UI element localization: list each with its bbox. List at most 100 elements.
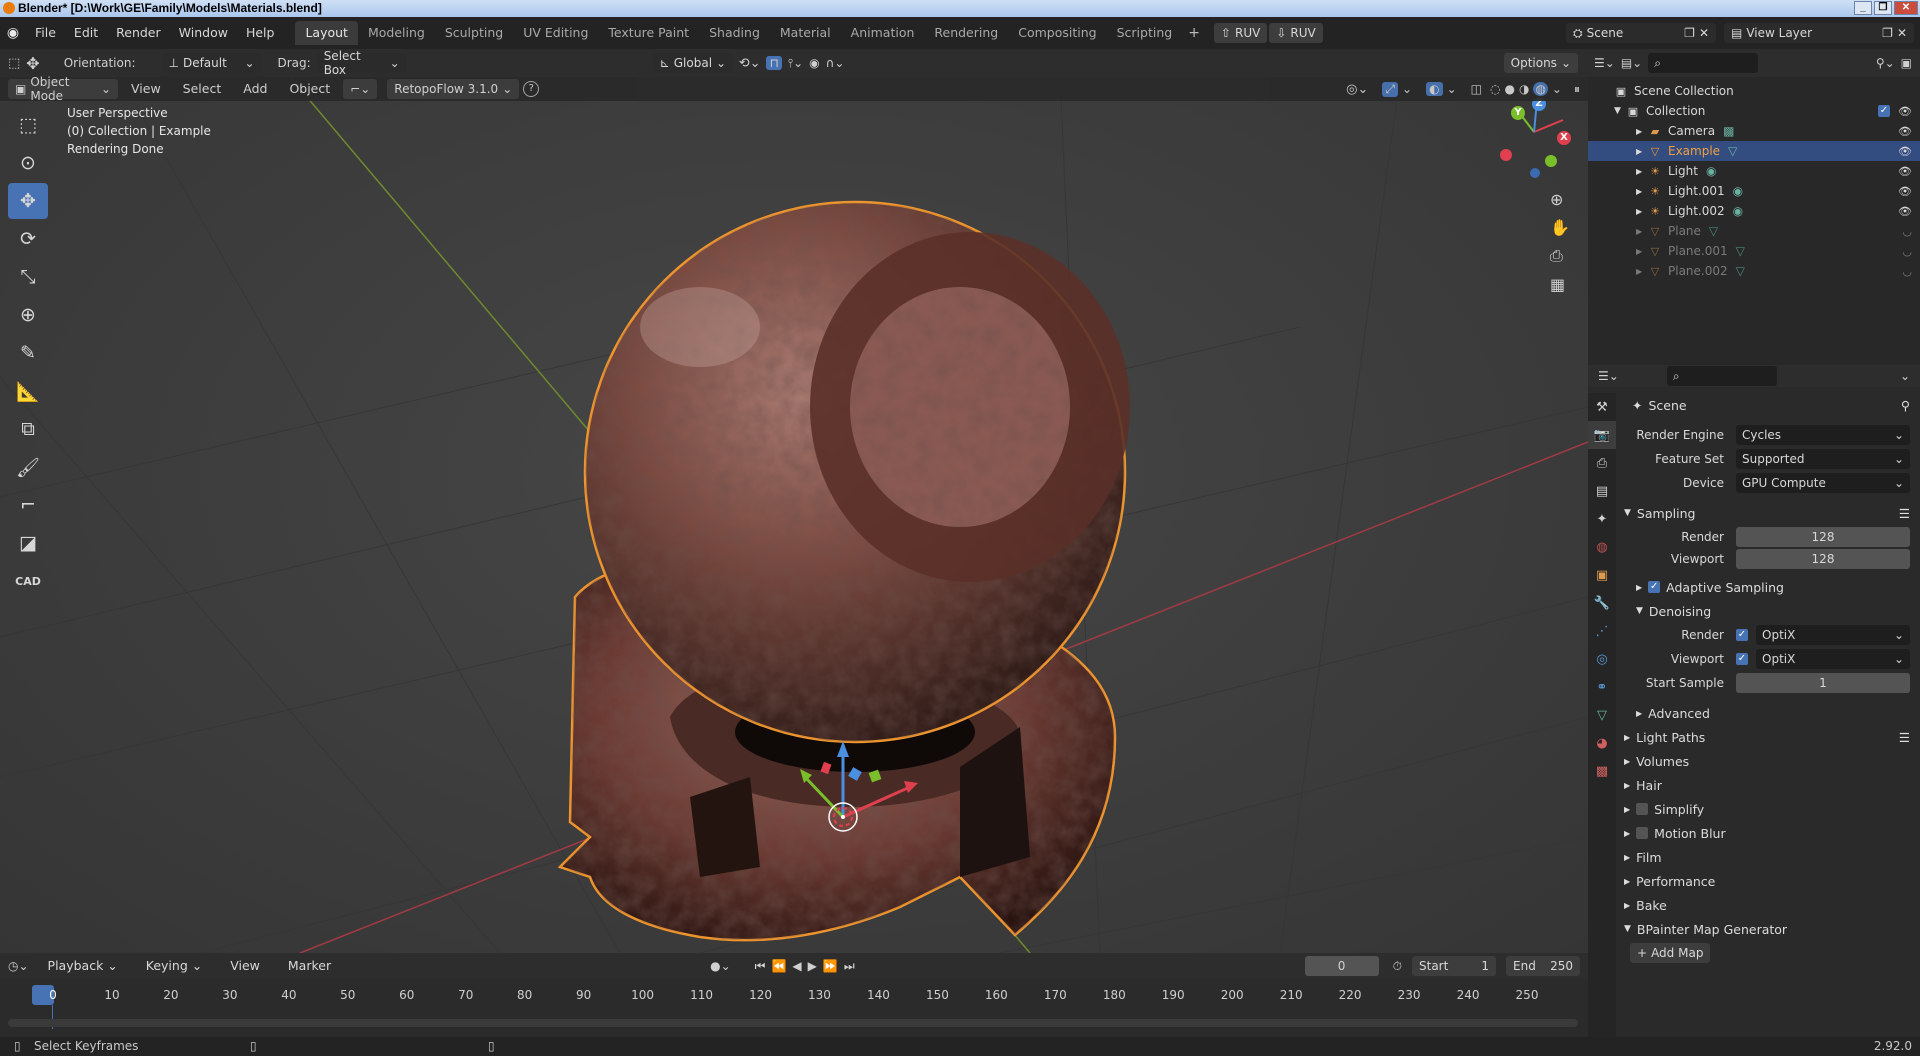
outliner-item-plane-002[interactable]: ▶ ▽ Plane.002 ▽ ◡: [1588, 261, 1920, 281]
pause-render-icon[interactable]: ⏸: [1574, 82, 1580, 97]
copy-icon[interactable]: ❐: [1684, 26, 1695, 40]
menu-window[interactable]: Window: [170, 21, 237, 45]
pan-hand-icon[interactable]: ✋: [1550, 218, 1570, 237]
expand-arrow-icon[interactable]: ▶: [1636, 247, 1648, 256]
list-icon[interactable]: ☰: [1899, 506, 1910, 521]
end-frame-field[interactable]: End 250: [1506, 956, 1580, 976]
tab-uv-editing[interactable]: UV Editing: [513, 21, 598, 45]
expand-arrow-icon[interactable]: ▶: [1636, 127, 1648, 136]
volumes-panel[interactable]: ▶ Volumes: [1624, 749, 1920, 773]
cursor-icon[interactable]: ⊙: [8, 145, 48, 181]
expand-arrow-icon[interactable]: ▶: [1636, 167, 1648, 176]
bpainter-panel[interactable]: ▼ BPainter Map Generator: [1624, 917, 1920, 941]
menu-render[interactable]: Render: [107, 21, 170, 45]
editor-type-icon[interactable]: ☰⌄: [1594, 56, 1615, 70]
tool-tab-icon[interactable]: ⚒: [1588, 393, 1616, 421]
expand-arrow-icon[interactable]: ▶: [1636, 267, 1648, 276]
scale-icon[interactable]: ⤡: [8, 259, 48, 295]
y-axis-label[interactable]: Y: [1511, 106, 1525, 120]
ruv-button-2[interactable]: ⇩ RUV: [1269, 23, 1323, 43]
tab-layout[interactable]: Layout: [295, 21, 358, 45]
jump-start-icon[interactable]: ⏮: [755, 959, 766, 974]
paint-brush-icon[interactable]: 🖌: [8, 449, 48, 485]
camera-view-icon[interactable]: ⎙: [1550, 246, 1570, 266]
outliner-item-example[interactable]: ▶ ▽ Example ▽ 👁: [1588, 141, 1920, 161]
pivot-icon[interactable]: ⟲⌄: [739, 56, 761, 71]
expand-arrow-icon[interactable]: ▼: [1614, 106, 1626, 116]
keying-menu[interactable]: Keying ⌄: [137, 954, 211, 978]
scene-tab-icon[interactable]: ✦: [1588, 505, 1616, 533]
simplify-panel[interactable]: ▶ Simplify: [1624, 797, 1920, 821]
x-axis-label[interactable]: X: [1557, 131, 1571, 145]
view-layer-tab-icon[interactable]: ▤: [1588, 477, 1616, 505]
bake-panel[interactable]: ▶ Bake: [1624, 893, 1920, 917]
modifier-tab-icon[interactable]: 🔧: [1588, 589, 1616, 617]
orientation-dropdown[interactable]: ⊥ Default ⌄: [161, 53, 262, 73]
frame-ruler[interactable]: 10 20 30 40 50 60 70 80 90 100 110 120 130 140 150 160 1…: [0, 985, 1588, 1005]
menu-help[interactable]: Help: [237, 21, 284, 45]
advanced-panel[interactable]: ▶ Advanced: [1624, 701, 1920, 725]
falloff-icon[interactable]: ∩⌄: [826, 56, 845, 70]
menu-select[interactable]: Select: [174, 79, 231, 99]
menu-edit[interactable]: Edit: [65, 21, 107, 45]
render-tab-icon[interactable]: 📷: [1588, 421, 1616, 449]
viewport-samples-field[interactable]: 128: [1736, 549, 1910, 569]
adaptive-sampling-checkbox[interactable]: ✓: [1648, 581, 1661, 593]
timeline-scrollbar[interactable]: [8, 1019, 1578, 1027]
play-reverse-icon[interactable]: ◀: [792, 959, 801, 974]
expand-arrow-icon[interactable]: ▶: [1636, 227, 1648, 236]
texture-tab-icon[interactable]: ▩: [1588, 757, 1616, 785]
outliner-scene-collection[interactable]: ▣ Scene Collection: [1588, 81, 1920, 101]
bevel-curve-icon[interactable]: ⌐: [8, 487, 48, 523]
denoise-render-checkbox[interactable]: ✓: [1736, 629, 1748, 641]
view-layer-selector[interactable]: ▤ View Layer ❐ ✕: [1724, 23, 1914, 43]
device-dropdown[interactable]: GPU Compute ⌄: [1736, 473, 1910, 493]
maximize-button[interactable]: ❐: [1874, 1, 1892, 15]
display-mode-icon[interactable]: ▤⌄: [1621, 56, 1642, 70]
eye-icon[interactable]: 👁: [1898, 125, 1912, 138]
eye-icon[interactable]: 👁: [1898, 145, 1912, 158]
prev-keyframe-icon[interactable]: ⏪: [771, 959, 786, 974]
gizmo-toggle-icon[interactable]: ⤢: [1382, 81, 1399, 97]
transform-move-icon[interactable]: ✥: [26, 54, 39, 73]
tab-compositing[interactable]: Compositing: [1008, 21, 1106, 45]
expand-arrow-icon[interactable]: ▶: [1636, 147, 1648, 156]
editor-type-icon[interactable]: ☰⌄: [1598, 369, 1619, 383]
current-frame-field[interactable]: 0: [1304, 956, 1379, 976]
menu-file[interactable]: File: [26, 21, 65, 45]
transform-icon[interactable]: ⊕: [8, 297, 48, 333]
list-icon[interactable]: ☰: [1899, 730, 1910, 745]
rotate-icon[interactable]: ⟳: [8, 221, 48, 257]
exclude-checkbox[interactable]: ✓: [1878, 105, 1890, 117]
menu-object[interactable]: Object: [280, 79, 339, 99]
pin-icon[interactable]: ⚲: [1901, 398, 1910, 413]
add-workspace-icon[interactable]: +: [1182, 25, 1206, 41]
cad-tool-icon[interactable]: CAD: [8, 563, 48, 599]
tab-sculpting[interactable]: Sculpting: [435, 21, 513, 45]
playback-menu[interactable]: Playback ⌄: [39, 954, 127, 978]
drag-dropdown[interactable]: Select Box ⌄: [316, 49, 407, 77]
outliner-item-plane-001[interactable]: ▶ ▽ Plane.001 ▽ ◡: [1588, 241, 1920, 261]
mode-dropdown[interactable]: ▣ Object Mode ⌄: [8, 75, 118, 103]
snap-icon[interactable]: ⊓: [766, 56, 782, 70]
retopoflow-dropdown[interactable]: RetopoFlow 3.1.0 ⌄: [387, 79, 520, 99]
world-tab-icon[interactable]: ◍: [1588, 533, 1616, 561]
brush-dropdown[interactable]: ⌐⌄: [343, 79, 378, 99]
film-panel[interactable]: ▶ Film: [1624, 845, 1920, 869]
marker-menu[interactable]: Marker: [279, 954, 340, 978]
output-tab-icon[interactable]: ⎙: [1588, 449, 1616, 477]
chevron-down-icon[interactable]: ⌄: [1900, 369, 1910, 383]
tab-modeling[interactable]: Modeling: [358, 21, 435, 45]
filter-icon[interactable]: ⚲⌄: [1876, 56, 1895, 70]
proportional-edit-icon[interactable]: ◉: [809, 56, 819, 70]
outliner-item-light-001[interactable]: ▶ ☀ Light.001 ◉ 👁: [1588, 181, 1920, 201]
add-map-button[interactable]: + Add Map: [1630, 943, 1711, 963]
adaptive-sampling-panel[interactable]: ▶ ✓ Adaptive Sampling: [1624, 575, 1920, 599]
remove-icon[interactable]: ✕: [1699, 26, 1709, 40]
simplify-checkbox[interactable]: [1636, 803, 1649, 815]
denoise-render-dropdown[interactable]: OptiX ⌄: [1756, 625, 1910, 645]
start-frame-field[interactable]: Start 1: [1412, 956, 1496, 976]
editor-type-icon[interactable]: ⬚: [8, 56, 20, 71]
record-icon[interactable]: ●⌄: [710, 959, 731, 973]
snap-target-icon[interactable]: ⫯⌄: [788, 56, 803, 71]
